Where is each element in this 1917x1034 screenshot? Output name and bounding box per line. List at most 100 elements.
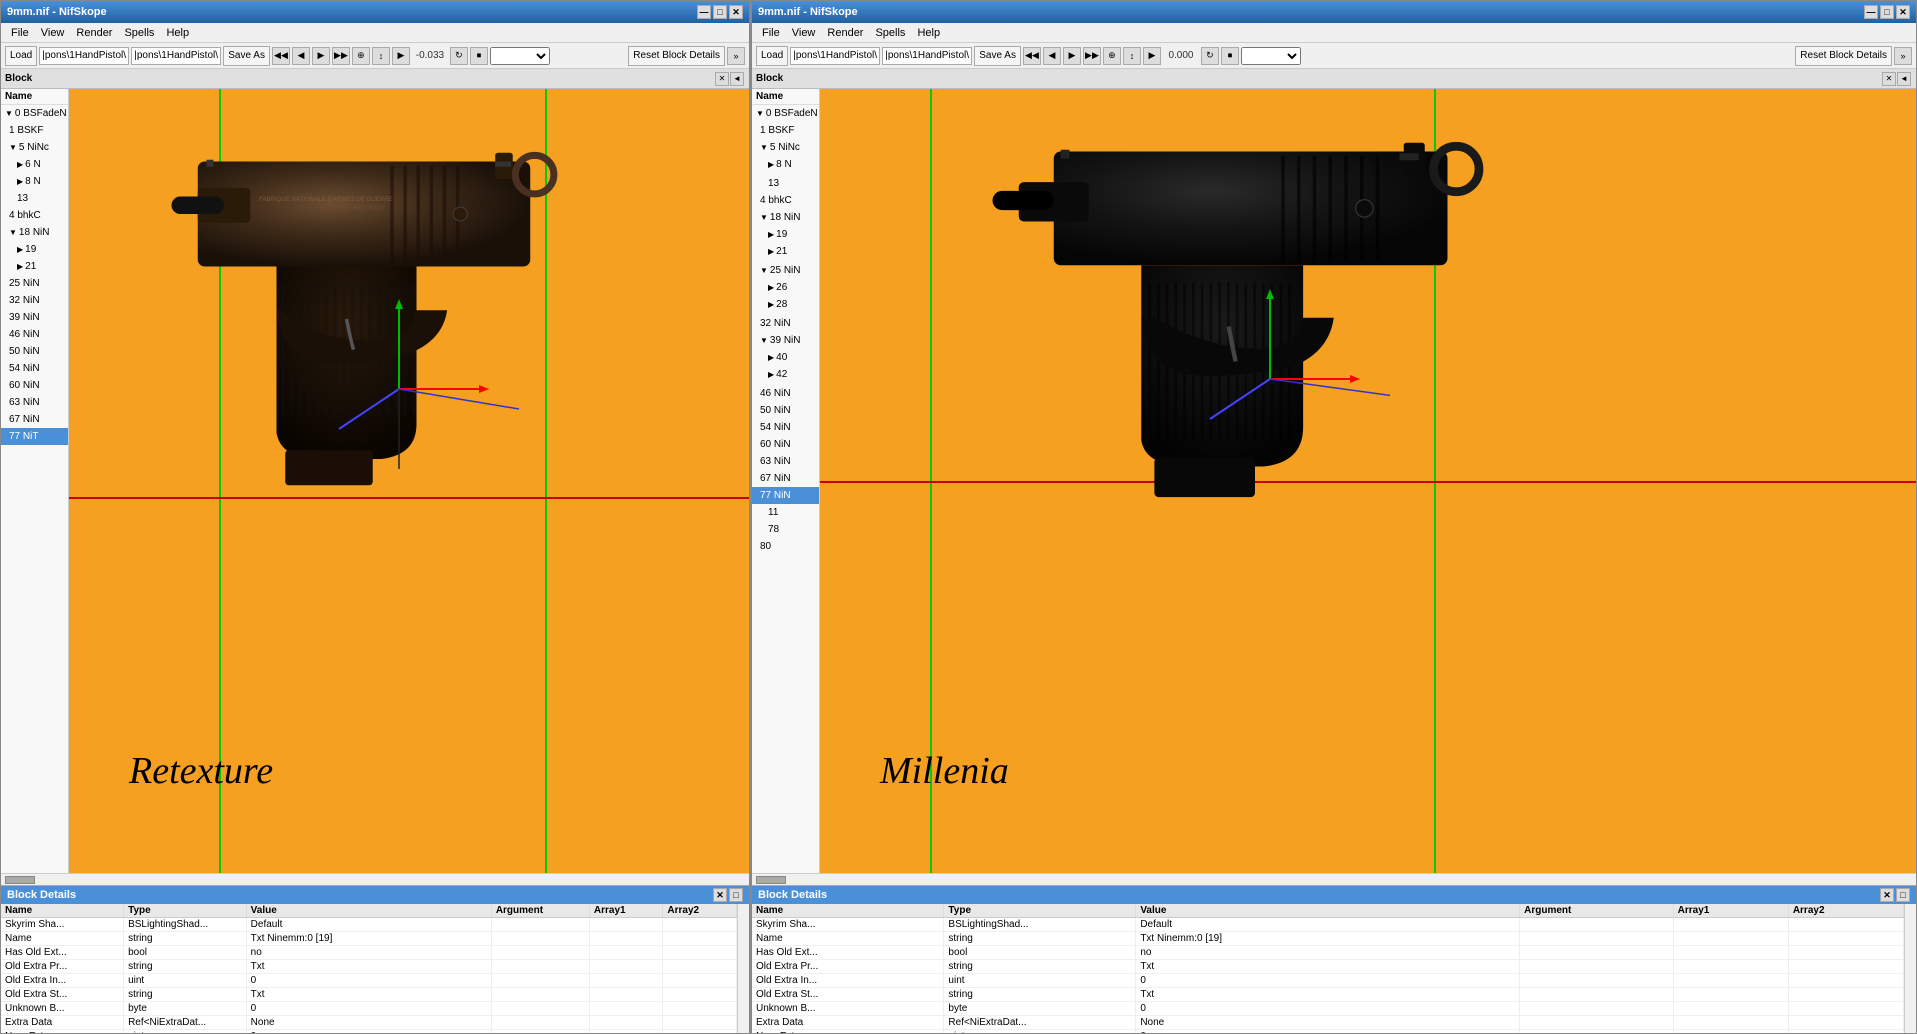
table-row[interactable]: NamestringTxt Ninemm:0 [19] (1, 932, 737, 946)
tree-item-7[interactable]: ▼18 NiN (1, 224, 68, 241)
right-more-icon[interactable]: » (1894, 47, 1912, 65)
r-tree-item-3[interactable]: ▶8 N (752, 156, 819, 173)
tree-item-14[interactable]: 50 NiN (1, 343, 68, 360)
left-nav-icon-4[interactable]: ▶▶ (332, 47, 350, 65)
left-menu-spells[interactable]: Spells (118, 26, 160, 40)
table-row[interactable]: Extra DataRef<NiExtraDat...None (752, 1016, 1904, 1030)
tree-item-10[interactable]: 25 NiN (1, 275, 68, 292)
table-row[interactable]: NamestringTxt Ninemm:0 [19] (752, 932, 1904, 946)
r-tree-item-8[interactable]: ▶19 (752, 226, 819, 243)
right-transform-icon[interactable]: ⊕ (1103, 47, 1121, 65)
left-transform-icon[interactable]: ⊕ (352, 47, 370, 65)
r-tree-item-27[interactable]: 11 (752, 504, 819, 521)
tree-item-9[interactable]: ▶21 (1, 258, 68, 275)
left-nav-icon-1[interactable]: ◀◀ (272, 47, 290, 65)
left-hscrollbar[interactable] (1, 873, 749, 885)
left-menu-render[interactable]: Render (70, 26, 118, 40)
tree-item-4[interactable]: ▶8 N (1, 173, 68, 190)
right-close-button[interactable]: ✕ (1896, 5, 1910, 19)
table-row[interactable]: Num Extra ...uint0 (752, 1030, 1904, 1034)
left-bd-scrollbar[interactable] (737, 904, 749, 1033)
r-tree-item-2[interactable]: ▼5 NiNc (752, 139, 819, 156)
right-path1-input[interactable] (790, 47, 880, 65)
tree-item-12[interactable]: 39 NiN (1, 309, 68, 326)
r-tree-item-1[interactable]: 1 BSKF (752, 122, 819, 139)
table-row[interactable]: Extra DataRef<NiExtraDat...None (1, 1016, 737, 1030)
r-tree-item-13[interactable]: ▶28 (752, 296, 819, 313)
table-row[interactable]: Old Extra St...stringTxt (752, 988, 1904, 1002)
tree-item-0[interactable]: ▼0 BSFadeN (1, 105, 68, 122)
r-tree-item-29[interactable]: 80 (752, 538, 819, 555)
right-menu-file[interactable]: File (756, 26, 786, 40)
tree-item-13[interactable]: 46 NiN (1, 326, 68, 343)
right-bd-float-btn[interactable]: □ (1896, 888, 1910, 902)
r-tree-item-6[interactable]: 4 bhkC (752, 192, 819, 209)
left-close-button[interactable]: ✕ (729, 5, 743, 19)
table-row[interactable]: Unknown B...byte0 (752, 1002, 1904, 1016)
left-reset-block-button[interactable]: Reset Block Details (628, 46, 725, 66)
left-bd-close-btn[interactable]: ✕ (713, 888, 727, 902)
tree-item-6[interactable]: 4 bhkC (1, 207, 68, 224)
left-menu-help[interactable]: Help (160, 26, 195, 40)
r-tree-item-0[interactable]: ▼0 BSFadeN (752, 105, 819, 122)
right-path2-input[interactable] (882, 47, 972, 65)
tree-item-3[interactable]: ▶6 N (1, 156, 68, 173)
left-save-as-button[interactable]: Save As (223, 46, 270, 66)
r-tree-item-12[interactable]: ▶26 (752, 279, 819, 296)
left-nav-icon-3[interactable]: ▶ (312, 47, 330, 65)
table-row[interactable]: Has Old Ext...boolno (1, 946, 737, 960)
tree-item-11[interactable]: 32 NiN (1, 292, 68, 309)
tree-item-18[interactable]: 67 NiN (1, 411, 68, 428)
table-row[interactable]: Old Extra St...stringTxt (1, 988, 737, 1002)
tree-item-2[interactable]: ▼5 NiNc (1, 139, 68, 156)
right-block-collapse-btn[interactable]: ◄ (1897, 72, 1911, 86)
left-menu-file[interactable]: File (5, 26, 35, 40)
right-nav-icon-3[interactable]: ▶ (1063, 47, 1081, 65)
left-stop-icon[interactable]: ⏹ (470, 47, 488, 65)
r-tree-item-20[interactable]: 46 NiN (752, 385, 819, 402)
right-menu-spells[interactable]: Spells (869, 26, 911, 40)
table-row[interactable]: Skyrim Sha...BSLightingShad...Default (752, 918, 1904, 932)
right-nav-icon-2[interactable]: ◀ (1043, 47, 1061, 65)
r-tree-item-22[interactable]: 54 NiN (752, 419, 819, 436)
left-bd-float-btn[interactable]: □ (729, 888, 743, 902)
r-tree-item-26[interactable]: 77 NiN (752, 487, 819, 504)
tree-item-17[interactable]: 63 NiN (1, 394, 68, 411)
r-tree-item-28[interactable]: 78 (752, 521, 819, 538)
table-row[interactable]: Old Extra Pr...stringTxt (1, 960, 737, 974)
left-path2-input[interactable] (131, 47, 221, 65)
r-tree-item-21[interactable]: 50 NiN (752, 402, 819, 419)
left-path1-input[interactable] (39, 47, 129, 65)
right-nav-icon-4[interactable]: ▶▶ (1083, 47, 1101, 65)
right-menu-view[interactable]: View (786, 26, 822, 40)
right-maximize-button[interactable]: □ (1880, 5, 1894, 19)
right-loop-icon[interactable]: ↻ (1201, 47, 1219, 65)
right-load-button[interactable]: Load (756, 46, 788, 66)
right-viewport[interactable]: Millenia (820, 89, 1916, 873)
left-block-collapse-btn[interactable]: ◄ (730, 72, 744, 86)
right-bd-close-btn[interactable]: ✕ (1880, 888, 1894, 902)
left-minimize-button[interactable]: — (697, 5, 711, 19)
right-play-icon[interactable]: ▶ (1143, 47, 1161, 65)
r-tree-item-25[interactable]: 67 NiN (752, 470, 819, 487)
r-tree-item-7[interactable]: ▼18 NiN (752, 209, 819, 226)
r-tree-item-16[interactable]: ▼39 NiN (752, 332, 819, 349)
tree-item-5[interactable]: 13 (1, 190, 68, 207)
right-stop-icon[interactable]: ⏹ (1221, 47, 1239, 65)
right-reset-block-button[interactable]: Reset Block Details (1795, 46, 1892, 66)
r-tree-item-15[interactable]: 32 NiN (752, 315, 819, 332)
r-tree-item-18[interactable]: ▶42 (752, 366, 819, 383)
tree-item-1[interactable]: 1 BSKF (1, 122, 68, 139)
right-scroll-thumb[interactable] (756, 876, 786, 884)
left-scale-icon[interactable]: ↕ (372, 47, 390, 65)
right-anim-select[interactable] (1241, 47, 1301, 65)
right-block-close-btn[interactable]: ✕ (1882, 72, 1896, 86)
table-row[interactable]: Old Extra Pr...stringTxt (752, 960, 1904, 974)
left-viewport[interactable]: FABRIQUE NATIONALE D'ARMES DE GUERRE HER… (69, 89, 749, 873)
left-loop-icon[interactable]: ↻ (450, 47, 468, 65)
left-menu-view[interactable]: View (35, 26, 71, 40)
left-nav-icon-2[interactable]: ◀ (292, 47, 310, 65)
left-block-close-btn[interactable]: ✕ (715, 72, 729, 86)
table-row[interactable]: Old Extra In...uint0 (1, 974, 737, 988)
right-menu-help[interactable]: Help (911, 26, 946, 40)
